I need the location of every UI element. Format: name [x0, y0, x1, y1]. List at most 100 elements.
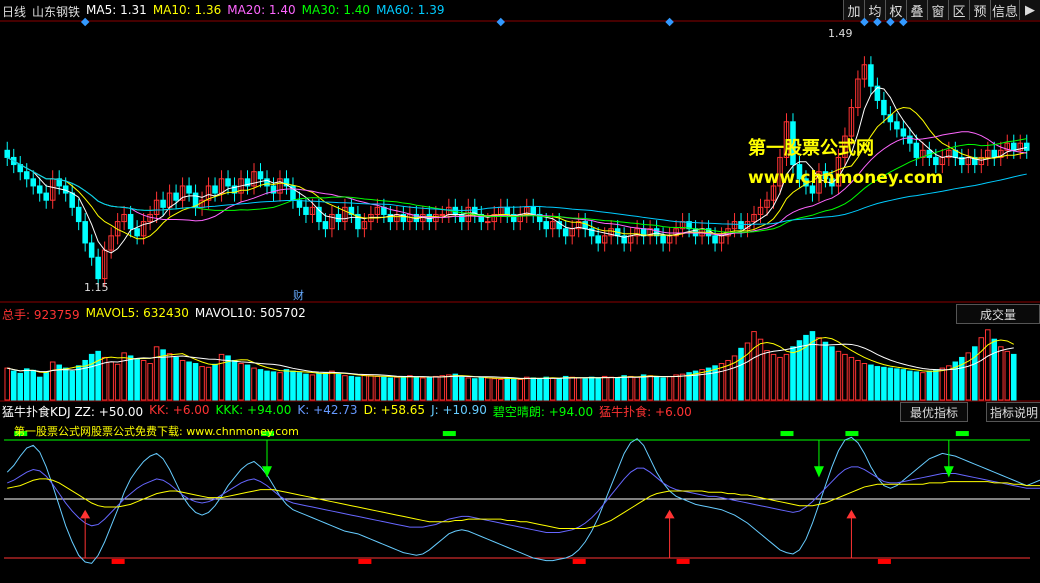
sky-clear-marker	[955, 431, 969, 437]
signal-diamond-icon	[665, 17, 674, 27]
volume-bar	[485, 377, 491, 401]
volume-bar	[783, 353, 790, 401]
candle-body	[296, 199, 303, 208]
indicator-help-tab[interactable]: 指标说明	[986, 402, 1040, 422]
volume-bar	[69, 370, 75, 401]
volume-bar	[686, 372, 692, 401]
bull-pounce-marker	[111, 558, 125, 564]
volume-bar	[829, 346, 835, 401]
financial-event-marker[interactable]: 财	[293, 287, 304, 303]
volume-tab[interactable]: 成交量	[956, 304, 1040, 324]
sell-arrow-icon	[813, 466, 824, 478]
candle-body	[173, 192, 179, 201]
volume-bar	[186, 361, 192, 401]
volume-bar	[497, 378, 504, 401]
volume-bar	[920, 372, 926, 401]
volume-bar	[900, 369, 907, 401]
volume-bar	[608, 376, 614, 401]
volume-bar	[582, 378, 588, 401]
candle-body	[160, 199, 166, 208]
volume-bar	[394, 376, 400, 401]
signal-diamond-icon	[80, 17, 90, 27]
volume-bar	[465, 377, 472, 401]
sky-clear-marker	[442, 431, 456, 437]
volume-bar	[283, 369, 290, 401]
indicator-stat: J: +10.90	[431, 403, 487, 417]
volume-bar	[764, 350, 770, 401]
volume-stat: MAVOL10: 505702	[194, 306, 306, 320]
volume-bar	[231, 359, 238, 401]
candle-body	[127, 213, 134, 230]
volume-stat: 总手: 923759	[2, 308, 80, 322]
volume-bar	[355, 376, 361, 401]
candle-body	[595, 235, 601, 244]
candle-body	[303, 206, 309, 215]
volume-bar	[212, 363, 218, 401]
volume-bar	[114, 363, 121, 401]
volume-bar	[264, 370, 270, 401]
candle-body	[75, 206, 82, 223]
candle-body	[186, 185, 192, 194]
volume-bar	[770, 353, 777, 401]
volume-bar	[361, 374, 368, 401]
volume-bar	[62, 367, 69, 401]
volume-bar	[530, 377, 537, 401]
volume-bar	[946, 365, 952, 401]
volume-bar	[23, 368, 30, 401]
volume-bar	[887, 367, 894, 401]
volume-bar	[744, 342, 751, 401]
sell-arrow-icon	[943, 466, 954, 478]
volume-bar	[861, 363, 868, 401]
volume-bar	[562, 375, 569, 401]
candle-body	[504, 206, 511, 215]
volume-bar	[543, 376, 549, 401]
candle-body	[225, 178, 231, 187]
best-indicator-tab[interactable]: 最优指标	[900, 402, 968, 422]
volume-bar	[88, 353, 95, 401]
volume-bar	[478, 376, 485, 401]
candle-body	[582, 221, 588, 230]
indicator-header: 猛牛扑食KDJ ZZ: +50.00 KK: +6.00 KKK: +94.00 K:…	[2, 403, 698, 420]
candle-body	[212, 185, 218, 194]
volume-bar	[751, 331, 757, 401]
mavol5-line	[7, 337, 1014, 380]
volume-bar	[303, 373, 309, 401]
indicator-stat: KKK: +94.00	[215, 403, 292, 417]
volume-bar	[738, 347, 744, 401]
buy-arrow-icon	[664, 509, 675, 519]
volume-bar	[1010, 353, 1017, 401]
volume-bar	[881, 366, 887, 401]
volume-bar	[10, 370, 17, 401]
volume-bar	[926, 370, 933, 401]
volume-bar	[17, 372, 24, 401]
indicator-stat: 猛牛扑食KDJ ZZ: +50.00	[2, 405, 144, 419]
volume-bar	[569, 376, 575, 401]
indicator-stat: 猛牛扑食: +6.00	[599, 405, 692, 419]
volume-bar	[588, 376, 595, 401]
candle-body	[134, 228, 140, 237]
volume-bar	[381, 376, 387, 401]
volume-bar	[985, 329, 991, 401]
candle-body	[660, 235, 666, 244]
signal-diamond-icon	[873, 17, 882, 27]
volume-bar	[647, 375, 653, 401]
volume-bar	[822, 341, 829, 401]
watermark-title: 第一股票公式网	[748, 138, 874, 159]
candle-body	[1023, 142, 1030, 151]
candle-body	[562, 228, 569, 237]
volume-bar	[374, 375, 381, 401]
volume-bar	[712, 365, 718, 401]
candle-body	[868, 64, 874, 87]
volume-bar	[238, 363, 244, 401]
indicator-stat: 碧空晴朗: +94.00	[492, 405, 594, 419]
volume-bar	[36, 376, 43, 401]
volume-bar	[108, 361, 114, 401]
volume-bar	[575, 377, 582, 401]
signal-diamond-icon	[496, 17, 506, 27]
volume-bar	[296, 372, 303, 401]
volume-bar	[1004, 350, 1011, 401]
volume-bar	[816, 337, 822, 401]
volume-bar	[523, 376, 530, 401]
candle-body	[459, 213, 465, 223]
volume-bar	[140, 359, 147, 401]
